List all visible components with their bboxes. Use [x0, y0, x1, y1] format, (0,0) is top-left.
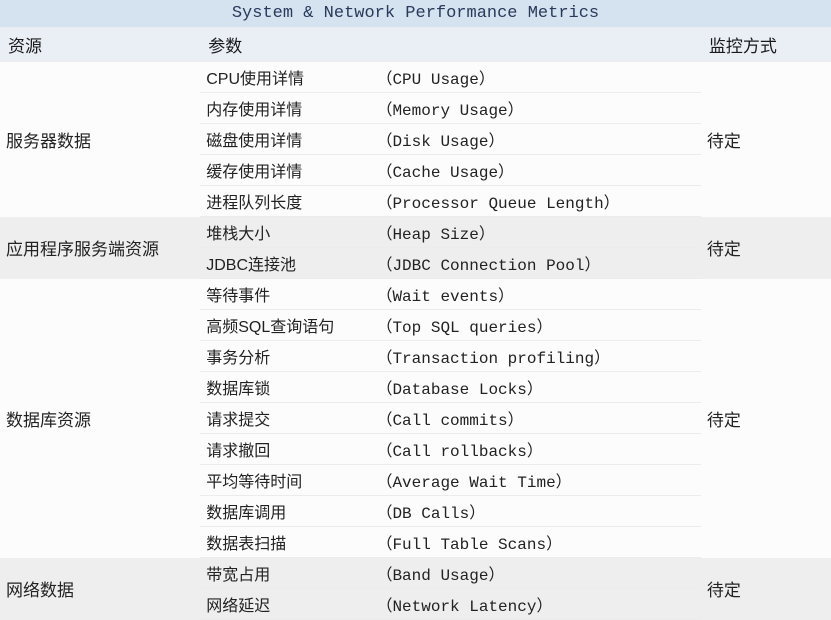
- param-en-cell: （Network Latency）: [370, 589, 700, 620]
- param-cn-cell: JDBC连接池: [200, 248, 370, 279]
- resource-cell: 数据库资源: [0, 279, 200, 558]
- param-cn-cell: 堆栈大小: [200, 217, 370, 248]
- param-en-cell: （Database Locks）: [370, 372, 700, 403]
- monitor-cell: 待定: [701, 558, 831, 620]
- monitor-cell: 待定: [701, 279, 831, 558]
- param-en-cell: （Memory Usage）: [370, 93, 700, 124]
- param-en-cell: （Processor Queue Length）: [370, 186, 700, 217]
- table-row: 数据库资源等待事件（Wait events）待定: [0, 279, 831, 310]
- param-cn-cell: 缓存使用详情: [200, 155, 370, 186]
- param-cn-cell: 磁盘使用详情: [200, 124, 370, 155]
- header-monitor: 监控方式: [701, 28, 831, 62]
- param-en-cell: （Average Wait Time）: [370, 465, 700, 496]
- resource-cell: 服务器数据: [0, 62, 200, 217]
- param-en-cell: （Wait events）: [370, 279, 700, 310]
- param-en-cell: （Transaction profiling）: [370, 341, 700, 372]
- param-cn-cell: 带宽占用: [200, 558, 370, 589]
- param-en-cell: （Call rollbacks）: [370, 434, 700, 465]
- param-en-cell: （JDBC Connection Pool）: [370, 248, 700, 279]
- param-cn-cell: 数据表扫描: [200, 527, 370, 558]
- param-cn-cell: 请求提交: [200, 403, 370, 434]
- param-en-cell: （CPU Usage）: [370, 62, 700, 93]
- header-resource: 资源: [0, 28, 200, 62]
- table-row: 服务器数据CPU使用详情（CPU Usage）待定: [0, 62, 831, 93]
- param-cn-cell: 网络延迟: [200, 589, 370, 620]
- param-en-cell: （Heap Size）: [370, 217, 700, 248]
- param-cn-cell: 内存使用详情: [200, 93, 370, 124]
- param-en-cell: （Call commits）: [370, 403, 700, 434]
- param-cn-cell: 高频SQL查询语句: [200, 310, 370, 341]
- monitor-cell: 待定: [701, 217, 831, 279]
- table-row: 网络数据带宽占用（Band Usage）待定: [0, 558, 831, 589]
- param-en-cell: （Disk Usage）: [370, 124, 700, 155]
- param-cn-cell: CPU使用详情: [200, 62, 370, 93]
- table-header-row: 资源 参数 监控方式: [0, 28, 831, 62]
- param-cn-cell: 进程队列长度: [200, 186, 370, 217]
- monitor-cell: 待定: [701, 62, 831, 217]
- resource-cell: 应用程序服务端资源: [0, 217, 200, 279]
- metrics-table: System & Network Performance Metrics 资源 …: [0, 0, 831, 620]
- param-cn-cell: 请求撤回: [200, 434, 370, 465]
- table-row: 应用程序服务端资源堆栈大小（Heap Size）待定: [0, 217, 831, 248]
- param-en-cell: （Full Table Scans）: [370, 527, 700, 558]
- param-cn-cell: 平均等待时间: [200, 465, 370, 496]
- table-title: System & Network Performance Metrics: [0, 0, 831, 28]
- resource-cell: 网络数据: [0, 558, 200, 620]
- param-cn-cell: 等待事件: [200, 279, 370, 310]
- param-en-cell: （Top SQL queries）: [370, 310, 700, 341]
- header-param: 参数: [200, 28, 701, 62]
- param-cn-cell: 事务分析: [200, 341, 370, 372]
- param-cn-cell: 数据库锁: [200, 372, 370, 403]
- table-title-row: System & Network Performance Metrics: [0, 0, 831, 28]
- param-en-cell: （Band Usage）: [370, 558, 700, 589]
- param-en-cell: （Cache Usage）: [370, 155, 700, 186]
